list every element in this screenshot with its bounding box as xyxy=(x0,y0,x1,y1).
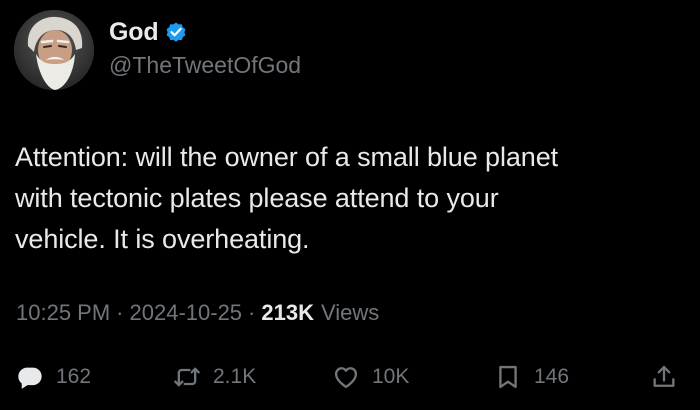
bookmark-button[interactable]: 146 xyxy=(494,355,569,399)
like-button[interactable]: 10K xyxy=(332,355,409,399)
share-icon xyxy=(650,363,678,391)
tweet: God @TheTweetOfGod Attention: will the o… xyxy=(0,0,700,410)
meta-separator: · xyxy=(116,300,124,325)
reply-button[interactable]: 162 xyxy=(16,355,91,399)
author-block: God @TheTweetOfGod xyxy=(109,16,301,79)
display-name[interactable]: God xyxy=(109,18,159,47)
tweet-meta: 10:25 PM · 2024-10-25 · 213K Views xyxy=(16,300,379,326)
avatar-image xyxy=(14,10,94,90)
reply-icon xyxy=(16,363,44,391)
tweet-date[interactable]: 2024-10-25 xyxy=(130,300,243,326)
views-label: Views xyxy=(320,300,380,325)
views-count: 213K xyxy=(261,300,314,325)
bookmark-count: 146 xyxy=(534,365,570,388)
avatar[interactable] xyxy=(14,10,94,90)
share-button[interactable] xyxy=(650,355,678,399)
bookmark-icon xyxy=(494,363,522,391)
action-bar: 162 2.1K 10K 146 xyxy=(0,355,700,399)
reply-count: 162 xyxy=(56,365,92,388)
tweet-text: Attention: will the owner of a small blu… xyxy=(15,142,559,254)
retweet-count: 2.1K xyxy=(213,365,257,388)
heart-icon xyxy=(332,363,360,391)
tweet-time[interactable]: 10:25 PM xyxy=(16,300,110,326)
meta-separator: · xyxy=(248,300,256,325)
verified-badge-icon[interactable] xyxy=(164,20,188,44)
like-count: 10K xyxy=(372,365,410,388)
name-row: God xyxy=(109,16,301,48)
retweet-button[interactable]: 2.1K xyxy=(173,355,256,399)
retweet-icon xyxy=(173,363,201,391)
handle[interactable]: @TheTweetOfGod xyxy=(109,52,301,79)
